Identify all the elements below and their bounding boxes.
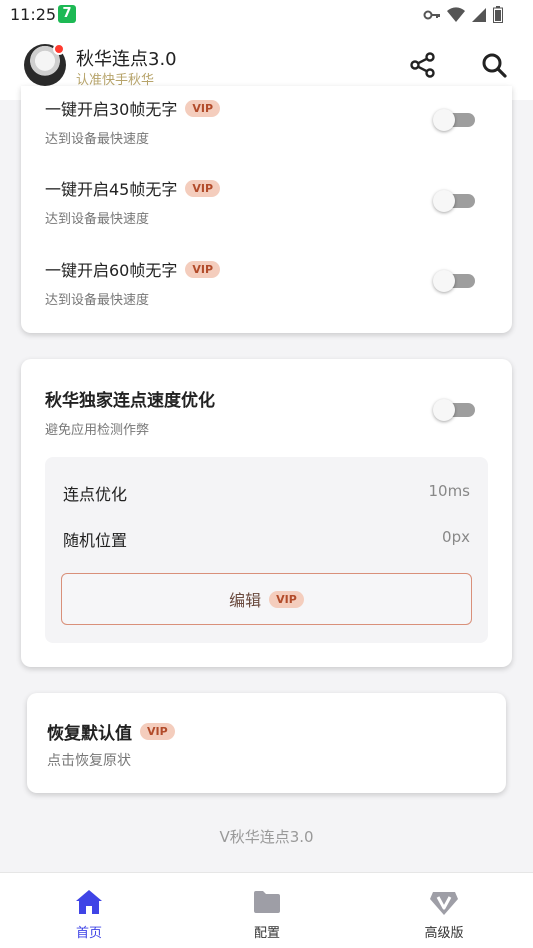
speed-card-subtitle: 避免应用检测作弊 (45, 423, 150, 438)
setting-value: 10ms (428, 482, 470, 500)
vip-badge: VIP (140, 723, 175, 740)
nav-label: 首页 (75, 926, 102, 941)
toggle-knob (433, 399, 455, 421)
wifi-icon (447, 6, 465, 22)
toggle-knob (433, 109, 455, 131)
setting-value: 0px (442, 528, 470, 546)
restore-subtitle: 点击恢复原状 (47, 753, 131, 769)
app-title: 秋华连点3.0 (76, 49, 177, 70)
home-icon (76, 890, 102, 914)
restore-title: 恢复默认值 (47, 724, 132, 744)
fps-60-toggle[interactable] (433, 269, 477, 293)
bottom-navigation: 首页 配置 高级版 (0, 872, 533, 948)
share-icon (410, 52, 435, 78)
nav-label: 高级版 (424, 926, 464, 941)
notification-badge: 7 (58, 5, 76, 23)
fps-option-title: 一键开启60帧无字 VIP (45, 257, 221, 281)
fps-option-subtitle: 达到设备最快速度 (45, 293, 150, 308)
vip-badge: VIP (185, 179, 221, 197)
toggle-knob (433, 190, 455, 212)
speed-settings-panel: 连点优化 10ms 随机位置 0px 编辑 VIP (45, 457, 488, 643)
nav-home[interactable]: 首页 (39, 873, 139, 948)
nav-config[interactable]: 配置 (217, 873, 317, 948)
restore-title-row: 恢复默认值 VIP (47, 719, 175, 744)
speed-optimization-toggle[interactable] (433, 398, 477, 422)
notification-dot (53, 43, 65, 55)
speed-optimization-card: 秋华独家连点速度优化 避免应用检测作弊 连点优化 10ms 随机位置 0px 编… (21, 359, 512, 667)
vip-badge: VIP (185, 99, 221, 117)
folder-icon (254, 891, 280, 913)
speed-card-title: 秋华独家连点速度优化 (45, 391, 215, 411)
signal-icon (472, 7, 486, 22)
fps-option-subtitle: 达到设备最快速度 (45, 132, 150, 147)
fps-option-title: 一键开启30帧无字 VIP (45, 96, 221, 120)
edit-button[interactable]: 编辑 VIP (61, 573, 472, 625)
fps-option-title: 一键开启45帧无字 VIP (45, 176, 221, 200)
fps-option-label: 一键开启30帧无字 (45, 100, 178, 119)
version-text: V秋华连点3.0 (219, 828, 314, 846)
status-time: 11:25 (10, 5, 57, 24)
fps-option-label: 一键开启45帧无字 (45, 180, 178, 199)
status-bar: 11:25 7 (0, 0, 533, 30)
vip-badge: VIP (269, 590, 304, 608)
key-icon (423, 10, 440, 19)
setting-label: 随机位置 (63, 531, 128, 550)
fps-option-subtitle: 达到设备最快速度 (45, 212, 150, 227)
fps-option-label: 一键开启60帧无字 (45, 261, 178, 280)
setting-label: 连点优化 (63, 485, 128, 504)
nav-pro[interactable]: 高级版 (394, 873, 494, 948)
fps-options-card: 一键开启30帧无字 VIP 达到设备最快速度 一键开启45帧无字 VIP 达到设… (21, 86, 512, 333)
fps-30-toggle[interactable] (433, 108, 477, 132)
share-button[interactable] (408, 50, 438, 80)
restore-defaults-card[interactable]: 恢复默认值 VIP 点击恢复原状 (27, 693, 506, 793)
search-icon (482, 53, 507, 78)
toggle-knob (433, 270, 455, 292)
fps-45-toggle[interactable] (433, 189, 477, 213)
nav-label: 配置 (253, 926, 280, 941)
search-button[interactable] (479, 50, 509, 80)
vip-badge: VIP (185, 260, 221, 278)
v-badge-icon (430, 892, 458, 915)
status-icons (423, 6, 503, 23)
edit-button-label: 编辑 (229, 591, 262, 610)
battery-icon (493, 6, 503, 23)
